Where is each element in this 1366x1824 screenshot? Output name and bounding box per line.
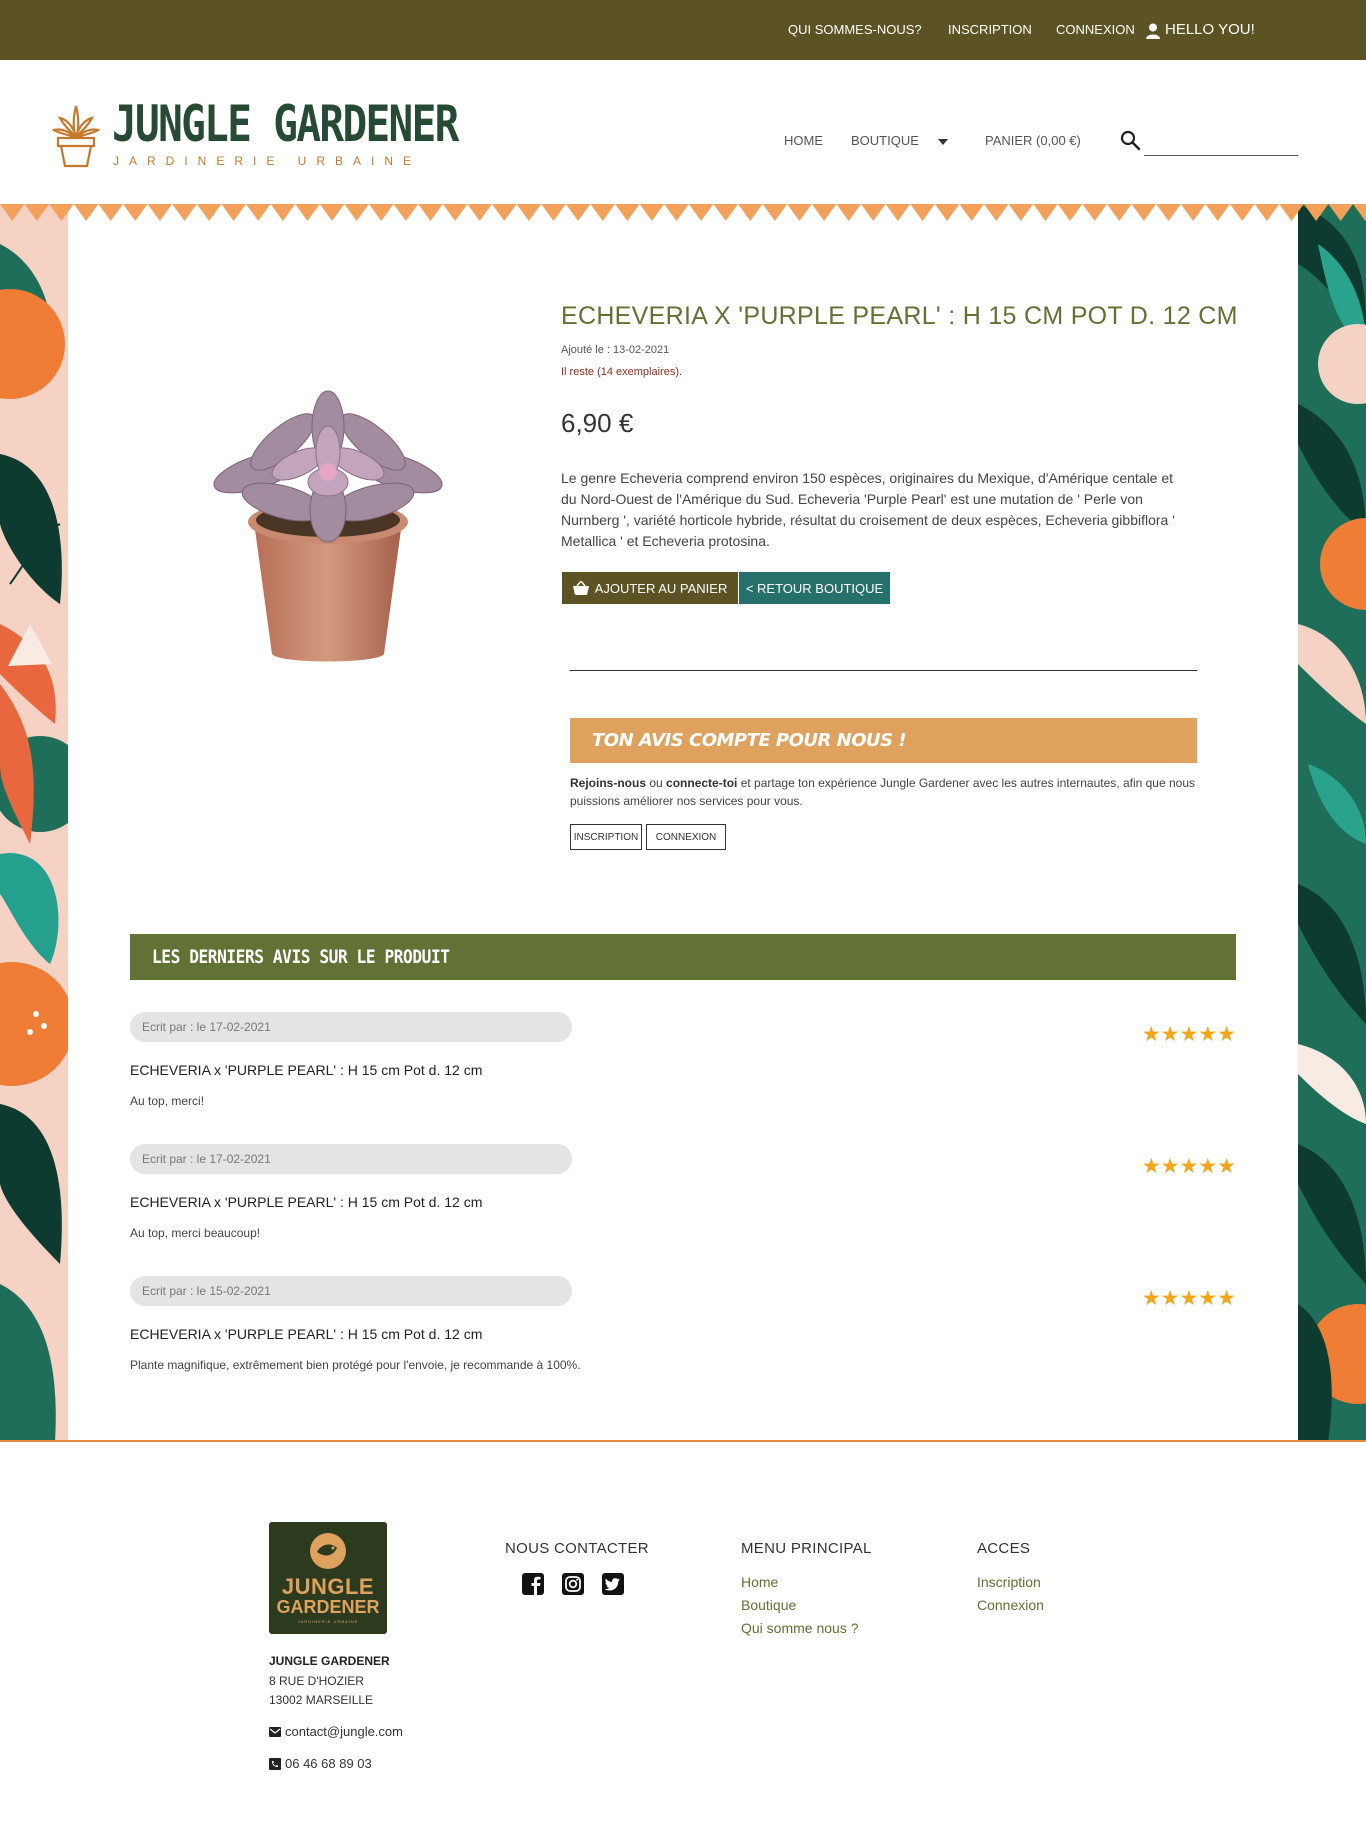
main-area: ECHEVERIA X 'PURPLE PEARL' : H 15 CM POT… (0, 204, 1366, 1442)
footer-link-inscription[interactable]: Inscription (977, 1574, 1041, 1590)
add-to-cart-button[interactable]: AJOUTER AU PANIER (562, 572, 738, 604)
review-product: ECHEVERIA x 'PURPLE PEARL' : H 15 cm Pot… (130, 1062, 483, 1078)
product-title: ECHEVERIA X 'PURPLE PEARL' : H 15 CM POT… (561, 302, 1238, 330)
phone-text: 06 46 68 89 03 (285, 1756, 372, 1771)
add-to-cart-label: AJOUTER AU PANIER (594, 580, 728, 596)
logo-plant-icon[interactable] (52, 100, 100, 168)
address-line-1: 8 RUE D'HOZIER (269, 1674, 364, 1688)
search-input[interactable] (1144, 130, 1298, 156)
footer-logo[interactable]: JUNGLE GARDENER JARDINERIE URBAINE (269, 1522, 387, 1634)
review-item: Ecrit par : le 15-02-2021 ★★★★★ ECHEVERI… (130, 1276, 1236, 1396)
back-to-shop-button[interactable]: < RETOUR BOUTIQUE (739, 572, 890, 604)
hello-user-link[interactable]: HELLO YOU! (1165, 21, 1255, 38)
menu-heading: MENU PRINCIPAL (741, 1540, 872, 1557)
join-link[interactable]: Rejoins-nous (570, 776, 646, 790)
review-rating: ★★★★★ (1141, 1287, 1236, 1310)
link-inscription[interactable]: INSCRIPTION (948, 22, 1032, 37)
email-contact[interactable]: contact@jungle.com (269, 1724, 403, 1739)
address-line-2: 13002 MARSEILLE (269, 1693, 374, 1707)
product-price: 6,90 € (561, 408, 634, 438)
logo-title[interactable]: JUNGLE GARDENER (112, 96, 459, 152)
reviews-title: LES DERNIERS AVIS SUR LE PRODUIT (152, 946, 450, 968)
access-heading: ACCES (977, 1540, 1031, 1557)
footer: JUNGLE GARDENER JARDINERIE URBAINE JUNGL… (0, 1442, 1366, 1824)
reviews-banner: LES DERNIERS AVIS SUR LE PRODUIT (130, 934, 1236, 980)
logo-subtitle: JARDINERIE URBAINE (113, 154, 422, 168)
facebook-icon[interactable] (521, 1572, 545, 1596)
header: JUNGLE GARDENER JARDINERIE URBAINE HOME … (0, 60, 1366, 204)
basket-icon (572, 581, 589, 595)
nav-boutique[interactable]: BOUTIQUE (851, 133, 919, 148)
divider (570, 670, 1197, 671)
review-meta: Ecrit par : le 15-02-2021 (130, 1276, 572, 1306)
back-to-shop-label: < RETOUR BOUTIQUE (745, 580, 884, 596)
link-connexion[interactable]: CONNEXION (1056, 22, 1135, 37)
chevron-down-icon[interactable] (938, 139, 948, 145)
review-product: ECHEVERIA x 'PURPLE PEARL' : H 15 cm Pot… (130, 1326, 483, 1342)
link-about[interactable]: QUI SOMMES-NOUS? (788, 22, 922, 37)
review-product: ECHEVERIA x 'PURPLE PEARL' : H 15 cm Pot… (130, 1194, 483, 1210)
jungle-pattern-left (0, 204, 68, 1442)
review-meta: Ecrit par : le 17-02-2021 (130, 1144, 572, 1174)
review-text: Au top, merci! (130, 1094, 205, 1108)
review-text: Au top, merci beaucoup! (130, 1226, 261, 1240)
nav-home[interactable]: HOME (784, 133, 823, 148)
phone-contact[interactable]: 06 46 68 89 03 (269, 1756, 372, 1771)
product-description: Le genre Echeveria comprend environ 150 … (561, 470, 1175, 549)
footer-link-about[interactable]: Qui somme nous ? (741, 1620, 859, 1636)
review-item: Ecrit par : le 17-02-2021 ★★★★★ ECHEVERI… (130, 1012, 1236, 1132)
twitter-icon[interactable] (601, 1572, 625, 1596)
review-rating: ★★★★★ (1141, 1023, 1236, 1046)
company-name: JUNGLE GARDENER (269, 1654, 390, 1668)
jungle-pattern-right (1298, 204, 1366, 1442)
review-item: Ecrit par : le 17-02-2021 ★★★★★ ECHEVERI… (130, 1144, 1236, 1264)
contact-heading: NOUS CONTACTER (505, 1540, 649, 1557)
footer-logo-line2: GARDENER (276, 1597, 380, 1617)
zigzag-border (0, 204, 1366, 224)
email-text: contact@jungle.com (285, 1724, 403, 1739)
connexion-button[interactable]: CONNEXION (646, 824, 726, 850)
instagram-icon[interactable] (561, 1572, 585, 1596)
top-bar: QUI SOMMES-NOUS? INSCRIPTION CONNEXION H… (0, 0, 1366, 60)
phone-icon (269, 1757, 281, 1770)
review-meta: Ecrit par : le 17-02-2021 (130, 1012, 572, 1042)
inscription-button[interactable]: INSCRIPTION (570, 824, 642, 850)
review-text: Plante magnifique, extrêmement bien prot… (130, 1358, 581, 1372)
footer-link-boutique[interactable]: Boutique (741, 1597, 796, 1613)
nav-cart[interactable]: PANIER (0,00 €) (985, 133, 1081, 148)
user-icon (1146, 23, 1160, 39)
search-icon[interactable] (1120, 130, 1142, 152)
feedback-banner: TON AVIS COMPTE POUR NOUS ! (570, 718, 1197, 763)
logo-bird-icon (310, 1533, 346, 1569)
footer-link-connexion[interactable]: Connexion (977, 1597, 1044, 1613)
feedback-text: Rejoins-nous ou connecte-toi et partage … (570, 776, 1196, 808)
footer-link-home[interactable]: Home (741, 1574, 778, 1590)
connect-link[interactable]: connecte-toi (666, 776, 737, 790)
product-content: ECHEVERIA X 'PURPLE PEARL' : H 15 CM POT… (68, 222, 1298, 1442)
added-date: Ajouté le : 13-02-2021 (561, 344, 670, 356)
footer-logo-line3: JARDINERIE URBAINE (297, 1619, 359, 1624)
product-image (213, 390, 443, 662)
email-icon (269, 1726, 281, 1737)
review-rating: ★★★★★ (1141, 1155, 1236, 1178)
feedback-title: TON AVIS COMPTE POUR NOUS ! (592, 730, 907, 751)
stock-status: Il reste (14 exemplaires). (561, 366, 683, 378)
